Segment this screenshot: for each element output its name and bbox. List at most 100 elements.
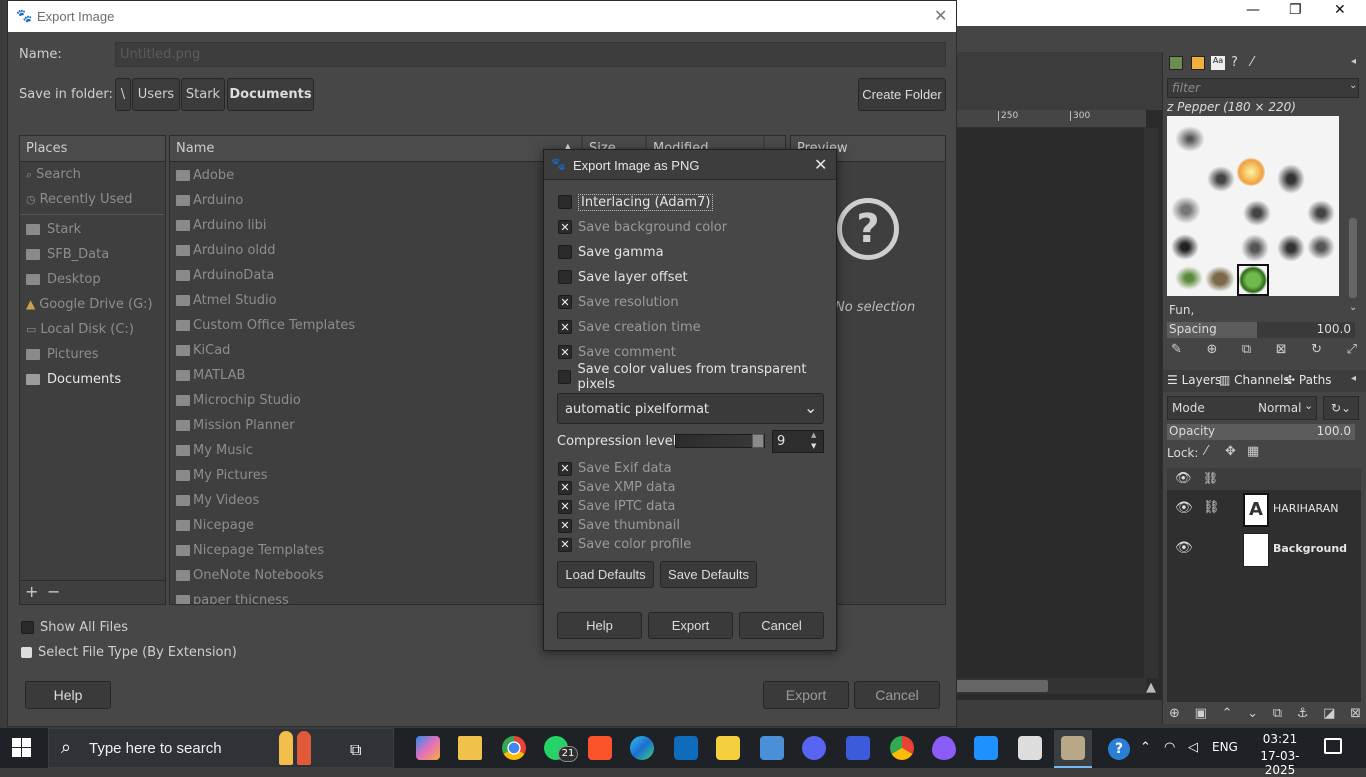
close-icon[interactable]: ✕ xyxy=(814,155,827,175)
path-documents-button[interactable]: Documents xyxy=(227,78,314,111)
brushes-tab-icon[interactable] xyxy=(1169,56,1183,70)
brush-thumbnail[interactable] xyxy=(1277,164,1305,194)
canvas-vertical-scrollbar[interactable] xyxy=(1144,128,1158,678)
help-icon[interactable]: ? xyxy=(1108,738,1130,760)
checkbox-checked[interactable]: ✕ xyxy=(558,461,572,476)
brush-thumbnail[interactable] xyxy=(1175,126,1205,152)
export-button[interactable]: Export xyxy=(763,681,849,709)
paint-dynamics-icon[interactable]: ⁄ xyxy=(1251,55,1253,70)
brush-thumbnail[interactable] xyxy=(1307,200,1335,226)
dock-menu-icon[interactable]: ◂ xyxy=(1351,373,1356,384)
create-folder-button[interactable]: Create Folder xyxy=(858,78,946,111)
new-layer-icon[interactable]: ⊕ xyxy=(1169,706,1180,722)
edge-icon[interactable] xyxy=(630,736,654,760)
chevron-down-icon[interactable]: ⌄ xyxy=(1349,80,1357,91)
path-users-button[interactable]: Users xyxy=(132,78,180,111)
new-group-icon[interactable]: ▣ xyxy=(1195,706,1207,722)
brush-thumbnail[interactable] xyxy=(1237,158,1265,186)
dock-menu-icon[interactable]: ◂ xyxy=(1351,56,1356,67)
app-icon[interactable] xyxy=(846,736,870,760)
raise-layer-icon[interactable]: ⌃ xyxy=(1222,706,1233,722)
chain-icon[interactable]: ⛓ xyxy=(1203,500,1220,515)
checkbox-checked[interactable]: ✕ xyxy=(558,345,572,359)
lock-alpha-icon[interactable]: ▦ xyxy=(1247,444,1259,459)
place-sfb-data[interactable]: SFB_Data xyxy=(20,242,165,267)
layer-row[interactable]: 👁 Background xyxy=(1167,530,1361,570)
option-save-creation-time[interactable]: ✕ Save creation time xyxy=(558,317,701,337)
brush-thumbnail[interactable] xyxy=(1243,200,1271,226)
file-type-expander[interactable]: Select File Type (By Extension) xyxy=(21,645,237,660)
wilber-brush-icon[interactable] xyxy=(1205,266,1235,292)
delete-brush-icon[interactable]: ⊠ xyxy=(1276,342,1287,358)
tab-layers[interactable]: ☰ Layers xyxy=(1167,373,1221,387)
lock-position-icon[interactable]: ✥ xyxy=(1225,444,1236,459)
brush-thumbnail[interactable] xyxy=(1171,234,1199,260)
brush-thumbnail[interactable] xyxy=(1307,234,1335,260)
places-header[interactable]: Places xyxy=(20,136,165,162)
checkbox[interactable] xyxy=(558,270,572,284)
pepper-brush-selected[interactable] xyxy=(1237,264,1269,296)
scroll-thumb[interactable] xyxy=(956,680,1048,692)
checkbox[interactable] xyxy=(558,195,572,209)
place-pictures[interactable]: Pictures xyxy=(20,342,165,367)
help-tab-icon[interactable]: ? xyxy=(1231,55,1238,70)
minimize-icon[interactable]: — xyxy=(1246,2,1260,18)
checkbox-checked[interactable]: ✕ xyxy=(558,499,572,514)
option-save-iptc[interactable]: ✕ Save IPTC data xyxy=(558,497,675,516)
compression-value[interactable]: 9 xyxy=(777,434,785,449)
visibility-eye-icon[interactable]: 👁 xyxy=(1175,540,1193,556)
checkbox-checked[interactable]: ✕ xyxy=(558,320,572,334)
brave-icon[interactable] xyxy=(588,736,612,760)
pixelformat-select[interactable]: automatic pixelformat ⌄ xyxy=(557,393,824,424)
checkbox[interactable] xyxy=(558,370,572,384)
option-save-comment[interactable]: ✕ Save comment xyxy=(558,342,676,362)
wifi-icon[interactable]: ◠ xyxy=(1164,740,1175,755)
option-save-transparent-values[interactable]: Save color values from transparent pixel… xyxy=(558,362,836,392)
brush-preset-select[interactable]: Fun, xyxy=(1167,300,1359,320)
edit-brush-icon[interactable]: ✎ xyxy=(1171,342,1182,358)
brush-thumbnail[interactable] xyxy=(1171,196,1201,224)
spin-down-icon[interactable]: ▼ xyxy=(811,442,816,450)
chevron-up-icon[interactable]: ⌃ xyxy=(1140,740,1151,755)
anchor-layer-icon[interactable]: ⚓ xyxy=(1297,706,1309,722)
export-button[interactable]: Export xyxy=(648,612,733,639)
place-google-drive[interactable]: ▲ Google Drive (G:) xyxy=(20,292,165,317)
checkbox-checked[interactable]: ✕ xyxy=(558,295,572,309)
control-panel-icon[interactable] xyxy=(760,736,784,760)
sticky-notes-icon[interactable] xyxy=(716,736,740,760)
obsidian-icon[interactable] xyxy=(932,736,956,760)
place-local-disk[interactable]: ▭ Local Disk (C:) xyxy=(20,317,165,342)
file-explorer-icon[interactable] xyxy=(458,736,482,760)
lock-pixels-icon[interactable]: ⁄ xyxy=(1205,444,1207,459)
brush-thumbnail[interactable] xyxy=(1241,234,1269,262)
mode-select[interactable]: Mode Normal ⌄ xyxy=(1167,396,1317,420)
copilot-icon[interactable] xyxy=(416,736,440,760)
spacing-slider[interactable]: Spacing 100.0 xyxy=(1167,322,1355,338)
option-save-resolution[interactable]: ✕ Save resolution xyxy=(558,292,679,312)
brush-grid[interactable] xyxy=(1167,116,1339,296)
option-save-xmp[interactable]: ✕ Save XMP data xyxy=(558,478,675,497)
mask-icon[interactable]: ◪ xyxy=(1323,706,1335,722)
option-interlacing[interactable]: Interlacing (Adam7) xyxy=(558,192,714,212)
option-save-layer-offset[interactable]: Save layer offset xyxy=(558,267,688,287)
checkbox-checked[interactable]: ✕ xyxy=(558,220,572,234)
layer-name[interactable]: HARIHARAN xyxy=(1273,502,1338,515)
show-all-files-checkbox[interactable]: Show All Files xyxy=(21,620,128,635)
cancel-button[interactable]: Cancel xyxy=(854,681,940,709)
clock-time[interactable]: 03:21 xyxy=(1248,732,1312,746)
checkbox-checked[interactable]: ✕ xyxy=(558,480,572,495)
taskbar-search[interactable]: ⌕ Type here to search xyxy=(48,728,394,768)
close-icon[interactable]: ✕ xyxy=(934,6,947,26)
fonts-tab-icon[interactable]: Aa xyxy=(1211,56,1225,70)
save-defaults-button[interactable]: Save Defaults xyxy=(660,561,757,588)
load-defaults-button[interactable]: Load Defaults xyxy=(557,561,654,588)
place-documents[interactable]: Documents xyxy=(20,367,165,392)
compression-slider-handle[interactable] xyxy=(752,434,764,448)
checkbox[interactable] xyxy=(558,245,572,259)
close-icon[interactable]: ✕ xyxy=(1334,2,1346,18)
lower-layer-icon[interactable]: ⌄ xyxy=(1247,706,1258,722)
clock-date[interactable]: 17-03-2025 xyxy=(1248,749,1312,777)
option-save-gamma[interactable]: Save gamma xyxy=(558,242,664,262)
compression-spinbox[interactable]: 9 ▲ ▼ xyxy=(772,430,824,453)
refresh-icon[interactable]: ↻ xyxy=(1311,342,1322,358)
